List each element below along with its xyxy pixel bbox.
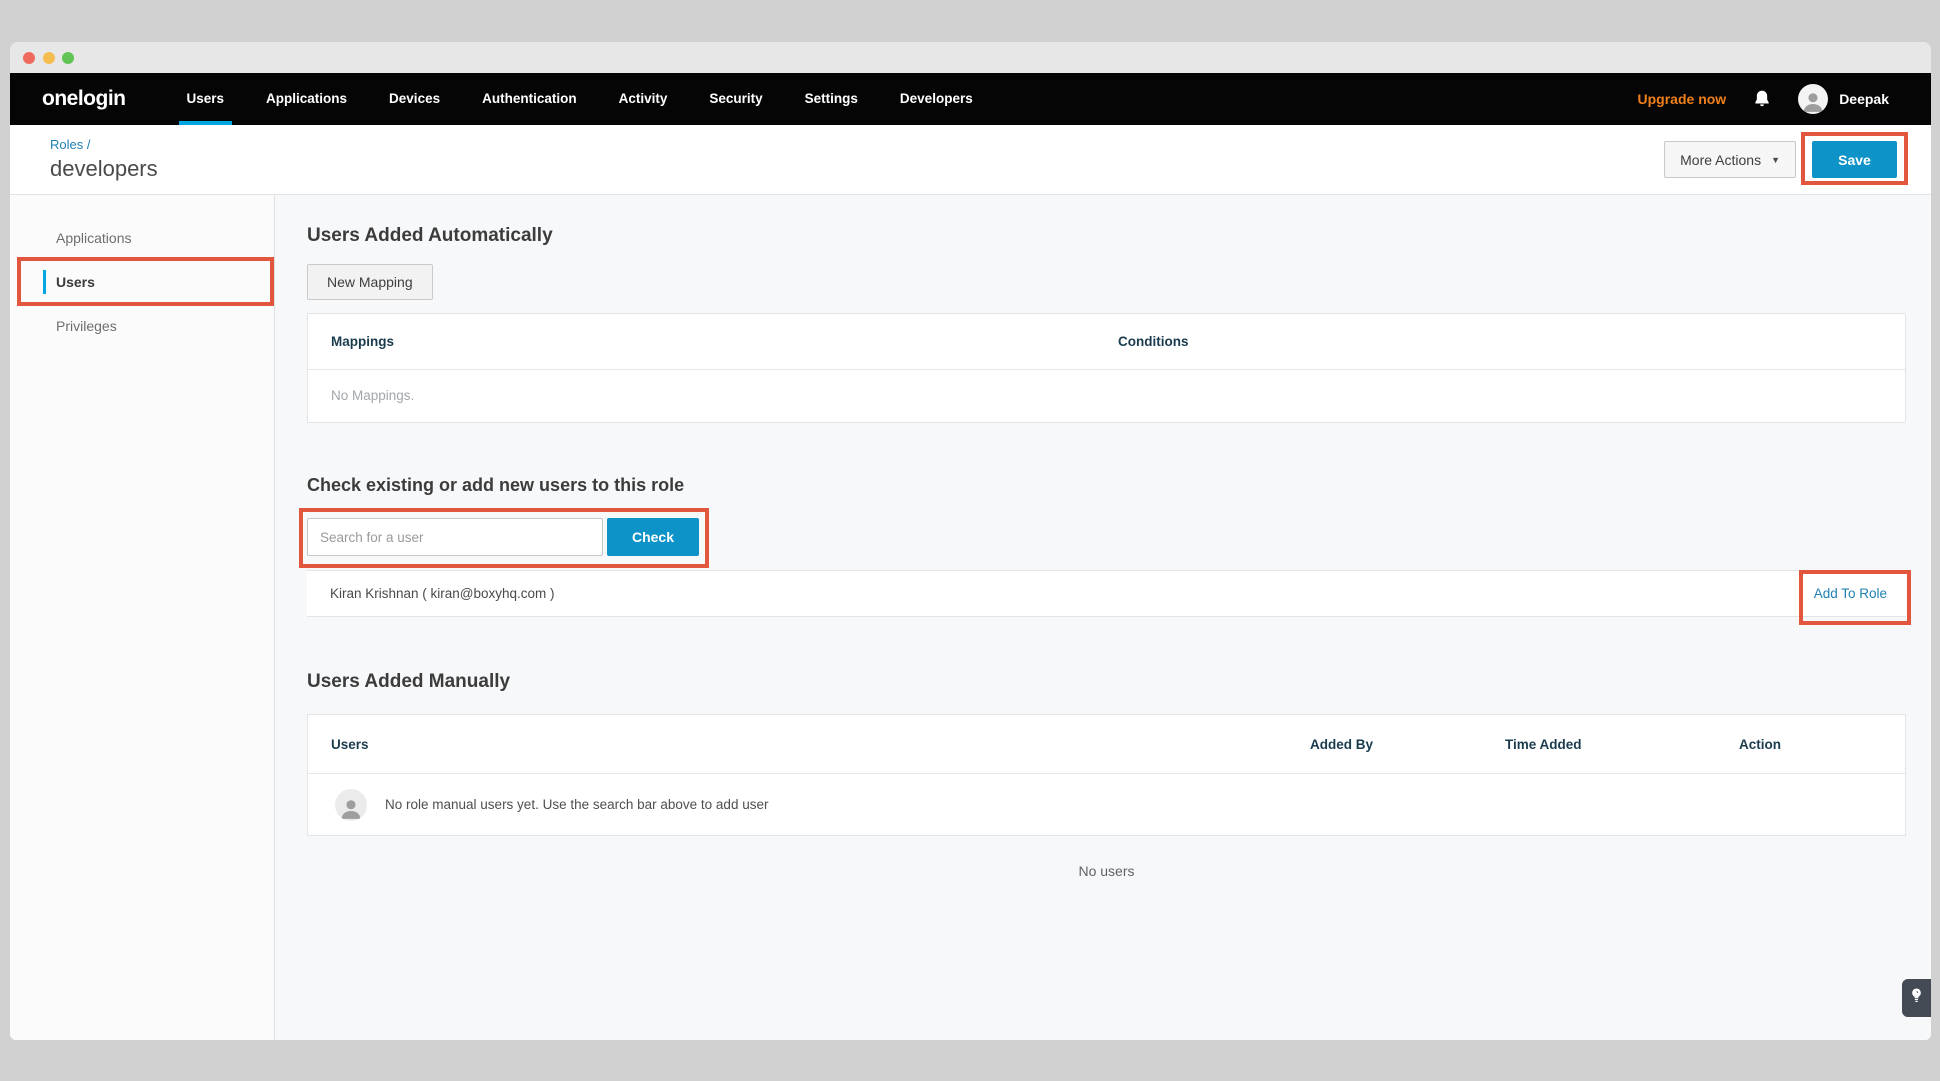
save-button[interactable]: Save <box>1812 141 1897 178</box>
no-users-label: No users <box>307 863 1906 879</box>
top-navbar: onelogin Users Applications Devices Auth… <box>10 73 1931 125</box>
top-nav-items: Users Applications Devices Authenticatio… <box>166 73 994 125</box>
nav-right-group: Upgrade now Deepak <box>1638 84 1931 114</box>
manual-empty-text: No role manual users yet. Use the search… <box>385 797 768 812</box>
sidebar-item-label: Applications <box>56 230 132 246</box>
bell-icon[interactable] <box>1752 88 1772 110</box>
search-result-row: Kiran Krishnan ( kiran@boxyhq.com ) Add … <box>307 570 1906 617</box>
mappings-table-header: Mappings Conditions <box>308 314 1905 370</box>
page-body: Applications Users Privileges Users Adde… <box>10 195 1931 1040</box>
search-user-input[interactable] <box>307 518 603 556</box>
caret-down-icon: ▼ <box>1771 155 1780 165</box>
user-avatar-icon <box>1798 84 1828 114</box>
page-title: developers <box>50 156 158 182</box>
user-name-label: Deepak <box>1839 91 1889 107</box>
nav-item-developers[interactable]: Developers <box>879 73 994 125</box>
help-lightbulb-tab[interactable] <box>1902 979 1931 1017</box>
placeholder-avatar-icon <box>335 789 367 821</box>
sidebar-item-privileges[interactable]: Privileges <box>10 304 274 348</box>
column-header-action: Action <box>1739 715 1781 773</box>
window-close-button[interactable] <box>23 52 35 64</box>
mappings-empty-state: No Mappings. <box>308 370 1905 422</box>
onelogin-logo[interactable]: onelogin <box>42 87 126 111</box>
more-actions-button[interactable]: More Actions ▼ <box>1664 141 1796 178</box>
breadcrumb[interactable]: Roles / <box>50 137 158 152</box>
add-to-role-link[interactable]: Add To Role <box>1814 586 1887 601</box>
sidebar-item-applications[interactable]: Applications <box>10 216 274 260</box>
user-menu[interactable]: Deepak <box>1798 84 1889 114</box>
manual-section-heading: Users Added Manually <box>307 671 1906 693</box>
manual-users-table: Users Added By Time Added Action No role… <box>307 714 1906 836</box>
nav-item-devices[interactable]: Devices <box>368 73 461 125</box>
page-header-left: Roles / developers <box>50 137 158 182</box>
sidebar-item-label: Users <box>56 274 95 290</box>
nav-item-settings[interactable]: Settings <box>784 73 879 125</box>
active-indicator-bar <box>43 270 46 294</box>
manual-empty-row: No role manual users yet. Use the search… <box>308 774 1905 835</box>
new-mapping-button[interactable]: New Mapping <box>307 264 433 300</box>
mappings-table: Mappings Conditions No Mappings. <box>307 313 1906 423</box>
column-header-conditions: Conditions <box>1118 314 1189 369</box>
nav-item-activity[interactable]: Activity <box>598 73 689 125</box>
page-header-actions: More Actions ▼ Save <box>1664 141 1897 178</box>
search-result-user: Kiran Krishnan ( kiran@boxyhq.com ) <box>330 586 555 601</box>
add-to-role-wrapper: Add To Role <box>1814 585 1887 603</box>
nav-item-authentication[interactable]: Authentication <box>461 73 598 125</box>
nav-item-users[interactable]: Users <box>166 73 246 125</box>
lightbulb-icon <box>1910 987 1923 1009</box>
save-button-wrapper: Save <box>1812 141 1897 178</box>
column-header-added-by: Added By <box>1310 715 1373 773</box>
role-sidebar: Applications Users Privileges <box>10 195 275 1040</box>
column-header-mappings: Mappings <box>331 314 394 369</box>
page-header: Roles / developers More Actions ▼ Save <box>10 125 1931 195</box>
main-content: Users Added Automatically New Mapping Ma… <box>275 195 1931 1040</box>
nav-item-applications[interactable]: Applications <box>245 73 368 125</box>
role-sidebar-list: Applications Users Privileges <box>10 216 274 348</box>
more-actions-label: More Actions <box>1680 152 1761 168</box>
upgrade-now-link[interactable]: Upgrade now <box>1638 91 1727 107</box>
check-section-heading: Check existing or add new users to this … <box>307 475 1906 496</box>
sidebar-item-users[interactable]: Users <box>10 260 274 304</box>
user-search-row: Check <box>307 518 699 556</box>
nav-item-security[interactable]: Security <box>688 73 783 125</box>
sidebar-item-label: Privileges <box>56 318 117 334</box>
window-minimize-button[interactable] <box>43 52 55 64</box>
check-button[interactable]: Check <box>607 518 699 556</box>
app-window: onelogin Users Applications Devices Auth… <box>10 42 1931 1040</box>
column-header-users: Users <box>331 715 369 773</box>
window-titlebar <box>10 42 1931 73</box>
column-header-time-added: Time Added <box>1505 715 1582 773</box>
window-zoom-button[interactable] <box>62 52 74 64</box>
manual-table-header: Users Added By Time Added Action <box>308 715 1905 774</box>
auto-section-heading: Users Added Automatically <box>307 225 1906 247</box>
